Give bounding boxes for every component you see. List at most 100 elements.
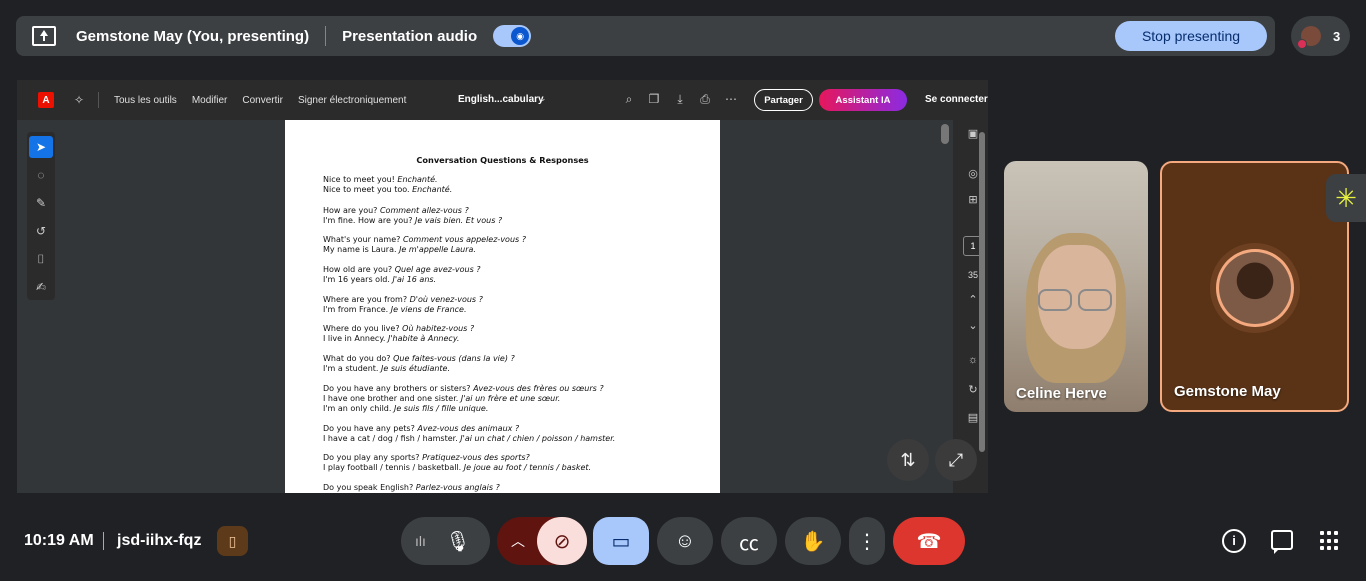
more-icon[interactable]: ⋯ xyxy=(724,92,738,106)
captions-icon[interactable]: ㏄ xyxy=(721,517,777,565)
english-text: Where do you live? xyxy=(323,324,400,333)
english-text: Do you speak English? xyxy=(323,483,414,492)
info-icon[interactable]: i xyxy=(1222,529,1246,553)
qa-line: What do you do? Que faites-vous (dans la… xyxy=(323,354,703,364)
qa-line: My name is Laura. Je m'appelle Laura. xyxy=(323,245,703,255)
french-text: D'où venez-vous ? xyxy=(409,295,483,304)
more-options-icon[interactable]: ⋮ xyxy=(849,517,885,565)
select-cursor-icon[interactable]: ➤ xyxy=(29,136,53,158)
french-text: Parlez-vous anglais ? xyxy=(415,483,500,492)
divider xyxy=(103,532,104,550)
french-text: Que faites-vous (dans la vie) ? xyxy=(393,354,515,363)
qa-entry: Nice to meet you! Enchanté. Nice to meet … xyxy=(323,175,703,195)
gemini-sparkle-icon[interactable]: ✳ xyxy=(1326,174,1366,222)
microphone-icon[interactable]: 🎙 xyxy=(438,521,478,561)
chat-icon[interactable] xyxy=(1271,530,1293,554)
french-text: J'ai 16 ans. xyxy=(392,275,437,284)
ai-assistant-button[interactable]: Assistant IA xyxy=(819,89,907,111)
meeting-code: jsd-iihx-fqz xyxy=(117,532,202,549)
audio-level-icon: ılı xyxy=(415,533,426,549)
qa-line: I'm from France. Je viens de France. xyxy=(323,305,703,315)
qa-line: What's your name? Comment vous appelez-v… xyxy=(323,235,703,245)
french-text: J'habite à Annecy. xyxy=(388,334,460,343)
sign-icon[interactable]: ✍ xyxy=(29,276,53,298)
pen-icon[interactable]: ✎ xyxy=(29,192,53,214)
document-name[interactable]: English...cabulary xyxy=(458,94,544,105)
participant-count: 3 xyxy=(1333,28,1341,44)
french-text: Je m'appelle Laura. xyxy=(399,245,476,254)
qa-entry: Where are you from? D'où venez-vous ? I'm… xyxy=(323,295,703,315)
participants-button[interactable]: 3 xyxy=(1291,16,1350,56)
english-text: I'm fine. How are you? xyxy=(323,216,413,225)
pdf-toolbar: A ✧ Tous les outils Modifier Convertir S… xyxy=(17,80,988,120)
stop-presenting-button[interactable]: Stop presenting xyxy=(1115,21,1267,51)
print-icon[interactable]: ⎙ xyxy=(698,92,712,106)
participant-name: Gemstone May xyxy=(1174,383,1281,400)
qa-line: I'm a student. Je suis étudiante. xyxy=(323,364,703,374)
fullscreen-icon[interactable]: ⤢ xyxy=(935,439,977,481)
lasso-icon[interactable]: ↺ xyxy=(29,220,53,242)
qa-line: How are you? Comment allez-vous ? xyxy=(323,206,703,216)
camera-control: ︿ ⊘ xyxy=(497,517,587,565)
english-text: I have one brother and one sister. xyxy=(323,394,459,403)
qa-entry: Do you speak English? Parlez-vous anglai… xyxy=(323,483,703,493)
qa-line: Where do you live? Où habitez-vous ? xyxy=(323,324,703,334)
qa-line: Do you have any pets? Avez-vous des anim… xyxy=(323,424,703,434)
french-text: Je suis étudiante. xyxy=(381,364,451,373)
presentation-audio-toggle[interactable]: ◉ xyxy=(493,25,532,47)
qa-entry: What's your name? Comment vous appelez-v… xyxy=(323,235,703,255)
shared-screen: A ✧ Tous les outils Modifier Convertir S… xyxy=(17,80,988,493)
english-text: How are you? xyxy=(323,206,378,215)
chevron-down-icon[interactable]: ⌄ xyxy=(539,93,547,104)
presentation-audio-label: Presentation audio xyxy=(342,27,478,45)
sign-in-link[interactable]: Se connecter xyxy=(925,94,988,105)
pdf-tool-palette: ➤ ◌ ✎ ↺ ⌷ ✍ xyxy=(27,132,55,300)
menu-all-tools[interactable]: Tous les outils xyxy=(114,95,177,106)
english-text: Where are you from? xyxy=(323,295,408,304)
document-title: Conversation Questions & Responses xyxy=(416,155,589,165)
avatar xyxy=(1297,26,1321,49)
video-feed xyxy=(1038,289,1118,311)
text-select-icon[interactable]: ⌷ xyxy=(29,248,53,270)
english-text: Do you have any pets? xyxy=(323,424,415,433)
comment-icon[interactable]: ◌ xyxy=(29,164,53,186)
present-screen-button[interactable]: ▭ xyxy=(593,517,649,565)
copy-icon[interactable]: ❐ xyxy=(647,92,661,106)
english-text: Nice to meet you too. xyxy=(323,185,410,194)
search-icon[interactable]: ⌕ xyxy=(622,92,636,106)
french-text: Enchanté. xyxy=(412,185,453,194)
qa-entry: How old are you? Quel age avez-vous ? I'm… xyxy=(323,265,703,285)
qa-line: Do you have any brothers or sisters? Ave… xyxy=(323,384,703,394)
camera-off-icon[interactable]: ⊘ xyxy=(537,517,587,565)
menu-convert[interactable]: Convertir xyxy=(242,95,283,106)
menu-edit[interactable]: Modifier xyxy=(192,95,228,106)
ai-sparkle-icon[interactable]: ✧ xyxy=(72,93,86,107)
qa-line: Do you play any sports? Pratiquez-vous d… xyxy=(323,453,703,463)
leave-call-button[interactable]: ☎ xyxy=(893,517,965,565)
participant-tile[interactable]: Celine Herve xyxy=(1004,161,1148,412)
french-text: Je suis fils / fille unique. xyxy=(393,404,489,413)
english-text: I'm an only child. xyxy=(323,404,392,413)
scrollbar-thumb[interactable] xyxy=(941,124,949,144)
participant-tile[interactable]: Gemstone May xyxy=(1160,161,1349,412)
english-text: My name is Laura. xyxy=(323,245,397,254)
swap-icon[interactable]: ⇅ xyxy=(887,439,929,481)
speaker-icon: ◉ xyxy=(511,27,530,45)
apps-grid-icon[interactable] xyxy=(1320,531,1340,551)
acrobat-logo-icon[interactable]: A xyxy=(38,92,54,108)
share-button[interactable]: Partager xyxy=(754,89,813,111)
menu-sign[interactable]: Signer électroniquement xyxy=(298,95,406,106)
download-icon[interactable]: ⤓ xyxy=(673,92,687,106)
pdf-page: Conversation Questions & Responses Nice … xyxy=(285,120,720,493)
qa-entry: What do you do? Que faites-vous (dans la… xyxy=(323,354,703,374)
scrollbar-thumb[interactable] xyxy=(979,132,985,452)
chevron-up-icon[interactable]: ︿ xyxy=(511,531,525,551)
emoji-icon[interactable]: ☺ xyxy=(657,517,713,565)
avatar xyxy=(1216,249,1294,327)
microphone-control: ılı 🎙 xyxy=(401,517,490,565)
french-text: Pratiquez-vous des sports? xyxy=(422,453,530,462)
french-text: Avez-vous des animaux ? xyxy=(417,424,520,433)
qa-line: I have one brother and one sister. J'ai … xyxy=(323,394,703,404)
door-icon[interactable]: ▯ xyxy=(217,526,248,556)
raise-hand-icon[interactable]: ✋ xyxy=(785,517,841,565)
